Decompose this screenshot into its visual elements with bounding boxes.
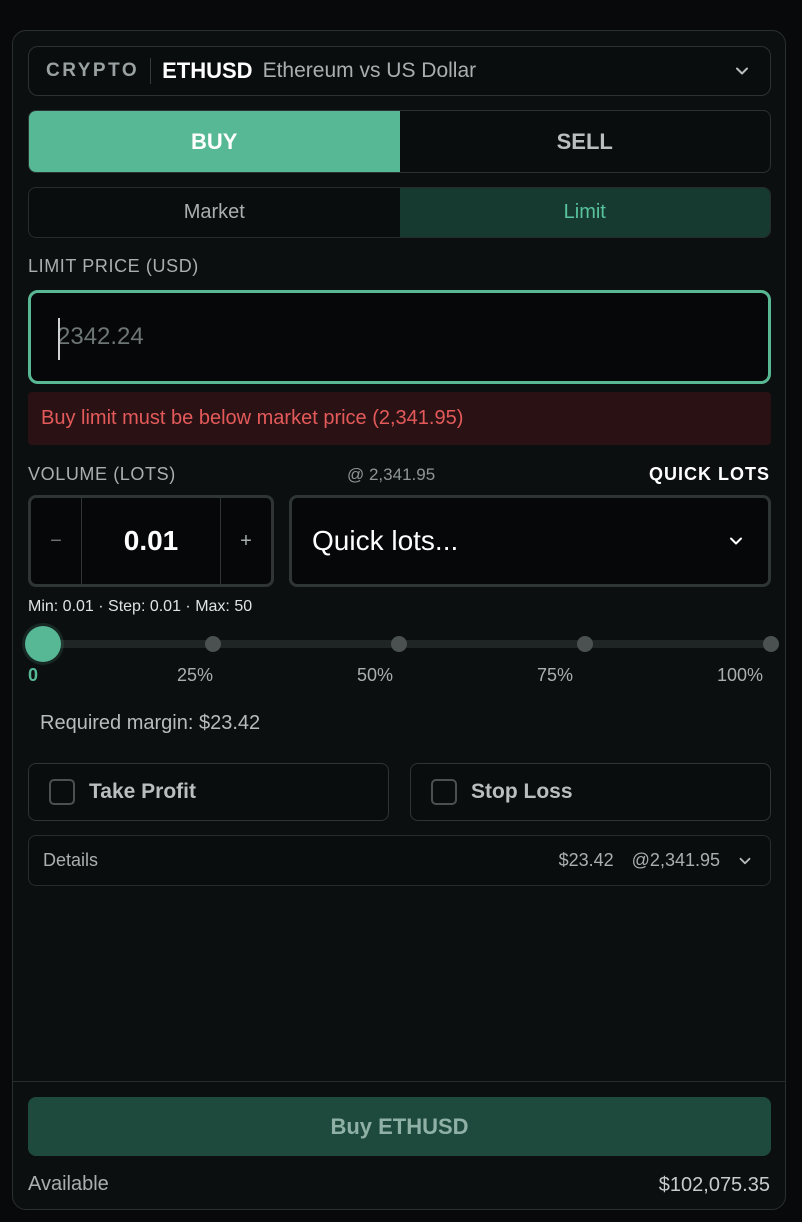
details-margin: $23.42 (558, 850, 614, 870)
slider-label-100: 100% (717, 665, 764, 685)
slider-label-75: 75% (537, 665, 574, 685)
required-margin: Required margin: $23.42 (40, 712, 261, 734)
tab-limit[interactable]: Limit (399, 188, 770, 237)
available-value: $102,075.35 (658, 1174, 770, 1196)
quick-lots-select[interactable]: Quick lots... (289, 495, 771, 587)
take-profit-checkbox[interactable] (49, 779, 75, 805)
sell-button[interactable]: SELL (400, 111, 771, 172)
take-profit-label: Take Profit (89, 780, 196, 803)
symbol-ticker: ETHUSD (162, 58, 253, 83)
available-label: Available (28, 1173, 109, 1195)
details-summary: $23.42 @2,341.95 (559, 850, 720, 871)
footer-divider (13, 1081, 785, 1082)
symbol-selector[interactable]: CRYPTO ETHUSD Ethereum vs US Dollar (28, 46, 771, 96)
stop-loss-checkbox[interactable] (431, 779, 457, 805)
chevron-down-icon (730, 537, 742, 545)
slider-label-25: 25% (177, 665, 214, 685)
symbol-description: Ethereum vs US Dollar (262, 59, 477, 82)
slider-stop-75[interactable] (577, 636, 593, 652)
symbol-category: CRYPTO (46, 60, 140, 81)
decrement-button[interactable]: − (31, 498, 81, 584)
order-type-toggle: Market Limit (28, 187, 771, 238)
limit-price-label: LIMIT PRICE (USD) (28, 256, 199, 276)
order-panel: CRYPTO ETHUSD Ethereum vs US Dollar BUY … (12, 30, 786, 1210)
error-message: Buy limit must be below market price (2,… (28, 392, 771, 445)
stop-loss-label: Stop Loss (471, 780, 573, 803)
take-profit-toggle[interactable]: Take Profit (28, 763, 389, 821)
symbol-separator (150, 58, 152, 84)
quick-lots-label[interactable]: QUICK LOTS (649, 464, 770, 485)
slider-stop-50[interactable] (391, 636, 407, 652)
volume-constraints: Min: 0.01 · Step: 0.01 · Max: 50 (28, 598, 253, 615)
volume-label: VOLUME (LOTS) (28, 464, 176, 484)
stop-loss-toggle[interactable]: Stop Loss (410, 763, 771, 821)
slider-label-50: 50% (357, 665, 394, 685)
volume-at-price: @ 2,341.95 (347, 465, 436, 484)
buy-submit-button[interactable]: Buy ETHUSD (28, 1097, 771, 1156)
slider-stop-100[interactable] (763, 636, 779, 652)
text-caret (58, 318, 60, 360)
details-price: @2,341.95 (631, 850, 720, 870)
slider-stop-25[interactable] (205, 636, 221, 652)
increment-button[interactable]: + (221, 498, 271, 584)
volume-value[interactable]: 0.01 (81, 498, 221, 584)
limit-price-input[interactable] (31, 293, 768, 381)
slider-thumb[interactable] (25, 626, 61, 662)
quick-lots-select-value: Quick lots... (312, 525, 459, 556)
tab-market[interactable]: Market (29, 188, 400, 237)
chevron-down-icon (736, 67, 748, 75)
details-label: Details (43, 850, 99, 870)
limit-price-field[interactable] (28, 290, 771, 384)
buy-button[interactable]: BUY (29, 111, 400, 172)
volume-stepper: − 0.01 + (28, 495, 274, 587)
volume-slider[interactable] (25, 626, 779, 662)
slider-label-0: 0 (28, 665, 39, 685)
side-toggle: BUY SELL (28, 110, 771, 173)
details-accordion[interactable]: Details $23.42 @2,341.95 (28, 835, 771, 886)
chevron-down-icon (739, 857, 751, 865)
